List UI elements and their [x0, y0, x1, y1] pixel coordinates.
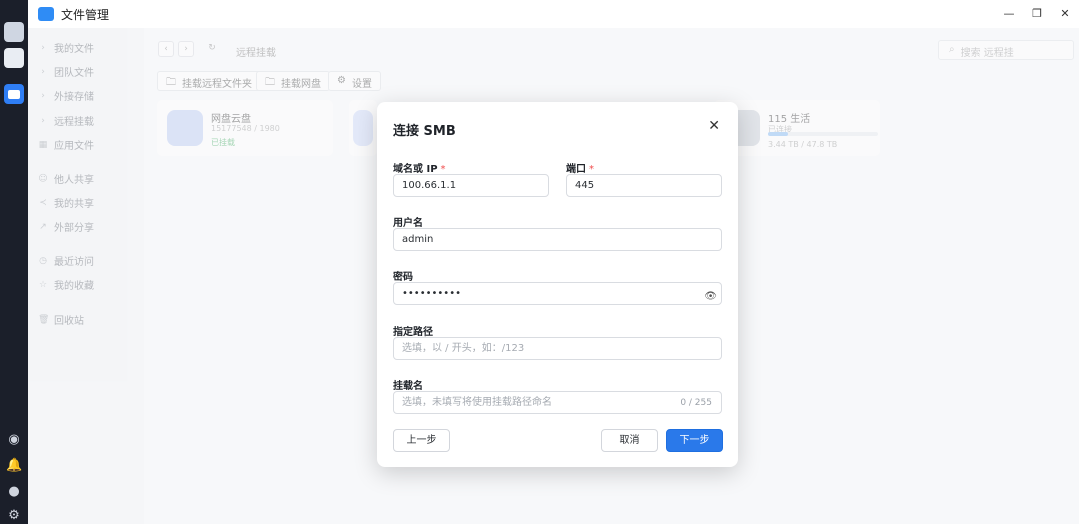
- file-manager-icon[interactable]: [4, 84, 24, 104]
- close-icon[interactable]: ✕: [708, 118, 720, 134]
- port-field[interactable]: [566, 174, 722, 197]
- previous-step-button[interactable]: 上一步: [393, 429, 450, 452]
- close-window-button[interactable]: ✕: [1051, 0, 1079, 28]
- character-counter: 0 / 255: [680, 398, 712, 408]
- minimize-button[interactable]: —: [995, 0, 1023, 28]
- desktop-icon[interactable]: [4, 22, 24, 42]
- password-label: 密码: [393, 272, 413, 283]
- user-icon[interactable]: ●: [6, 484, 22, 500]
- dock: ◉ 🔔 ● ⚙: [0, 0, 28, 524]
- host-field[interactable]: [393, 174, 549, 197]
- password-field[interactable]: [393, 282, 722, 305]
- username-field[interactable]: [393, 228, 722, 251]
- app-store-icon[interactable]: [4, 48, 24, 68]
- mount-name-label: 挂载名: [393, 381, 423, 392]
- mount-name-field[interactable]: [393, 391, 722, 414]
- dialog-title: 连接 SMB: [393, 124, 456, 139]
- username-label: 用户名: [393, 218, 423, 229]
- title-bar: 文件管理 — ❐ ✕: [28, 0, 1079, 28]
- bell-icon[interactable]: 🔔: [6, 458, 22, 474]
- next-step-button[interactable]: 下一步: [666, 429, 723, 452]
- toggle-password-visibility-icon[interactable]: 👁: [704, 291, 717, 302]
- gear-icon[interactable]: ⚙: [6, 508, 22, 524]
- info-icon[interactable]: ◉: [6, 432, 22, 448]
- port-label: 端口 *: [566, 164, 594, 175]
- path-field[interactable]: [393, 337, 722, 360]
- connect-smb-dialog: 连接 SMB ✕ 域名或 IP* 端口* 用户名 密码 👁 指定路径 挂载名 0…: [377, 102, 738, 467]
- path-label: 指定路径: [393, 327, 433, 338]
- host-label: 域名或 IP *: [393, 164, 446, 175]
- file-manager-logo-icon: [38, 7, 54, 21]
- window-title: 文件管理: [61, 7, 110, 22]
- cancel-button[interactable]: 取消: [601, 429, 658, 452]
- maximize-button[interactable]: ❐: [1023, 0, 1051, 28]
